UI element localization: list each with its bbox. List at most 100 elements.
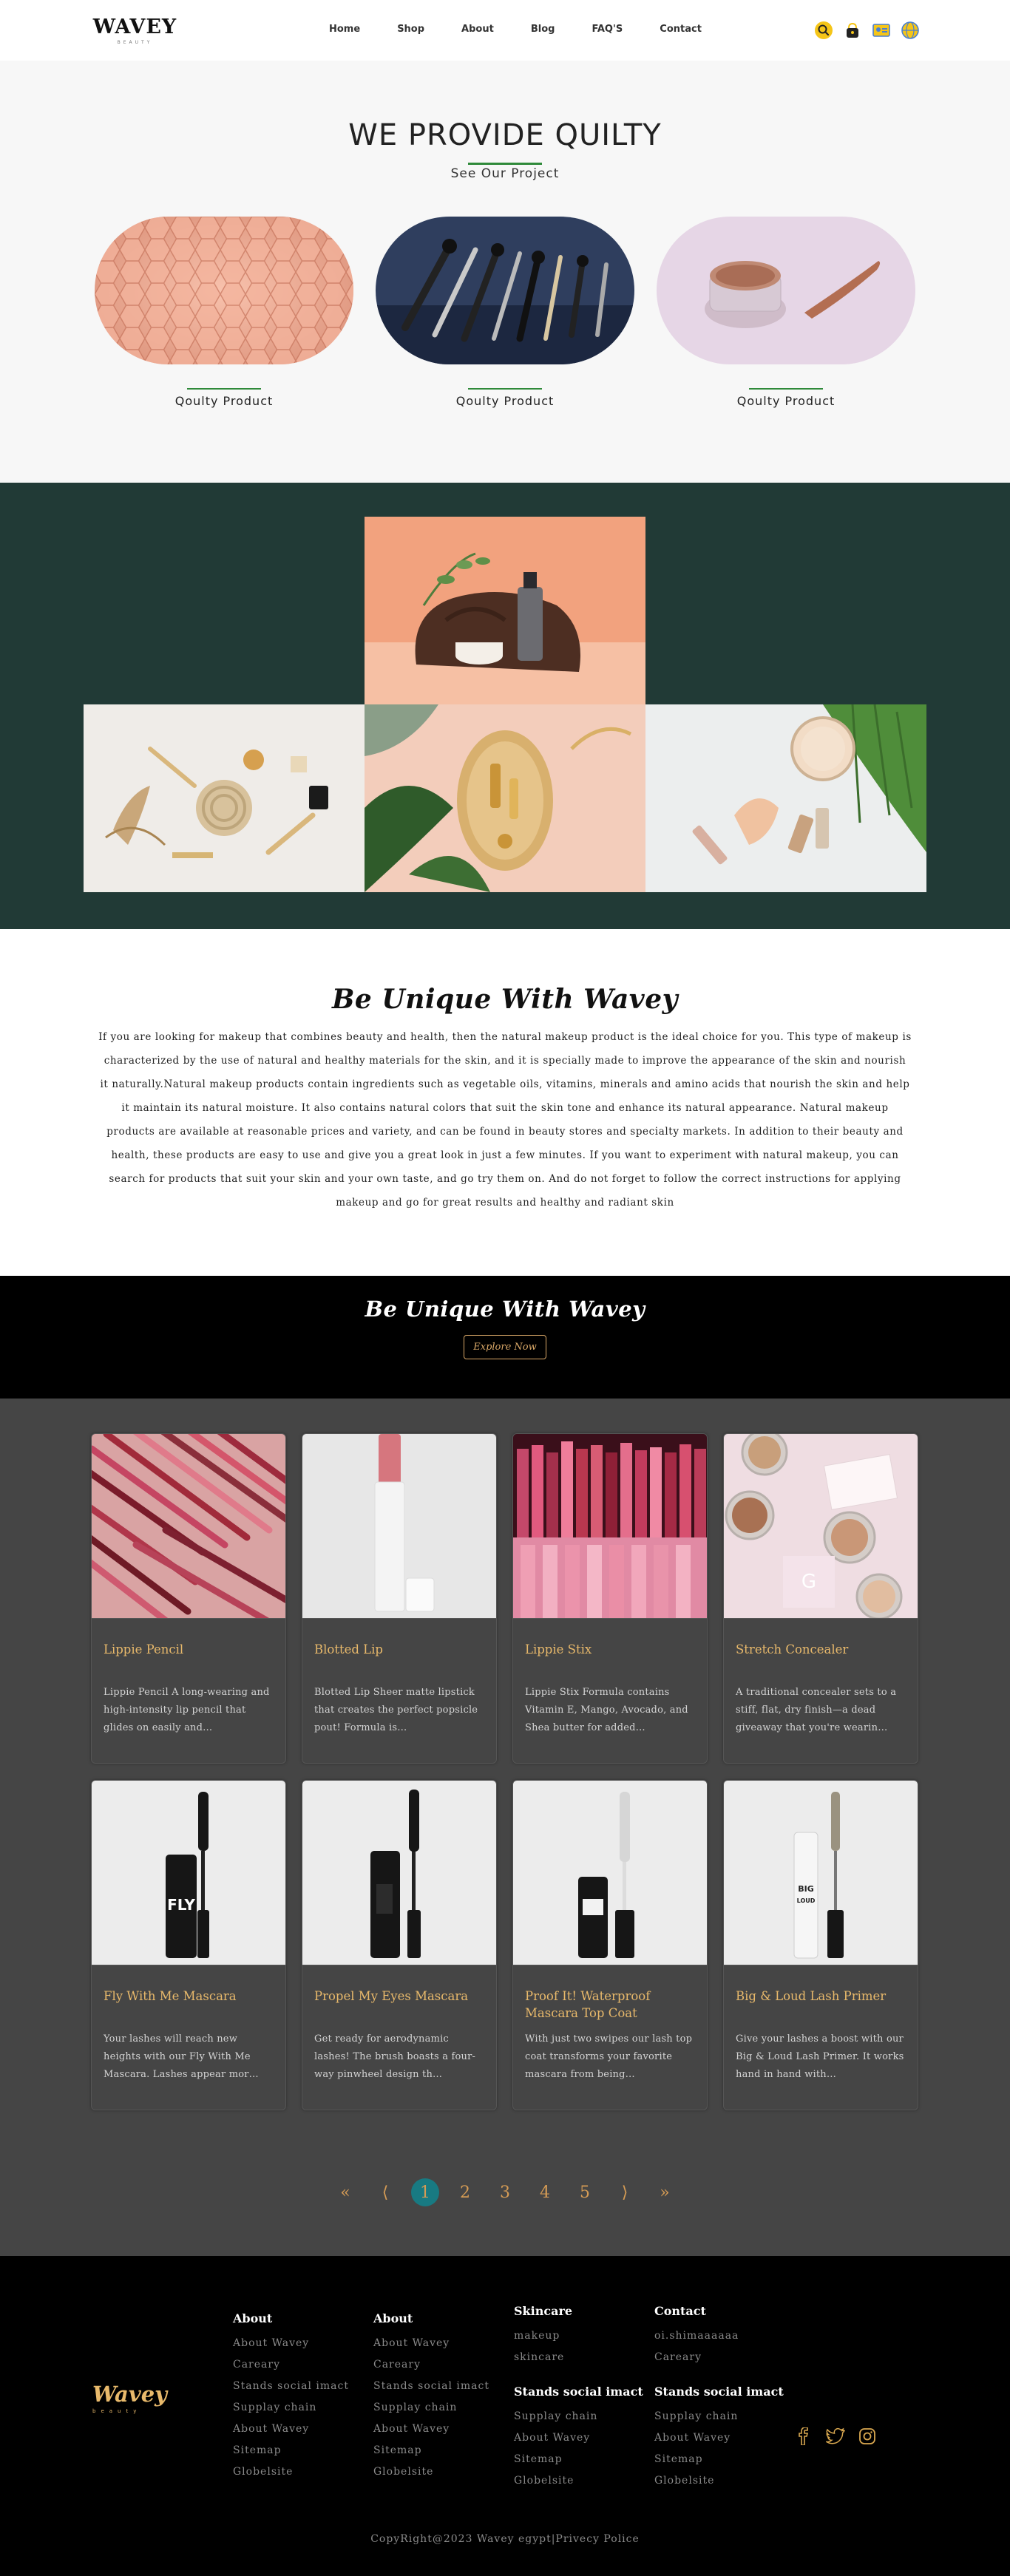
footer-link[interactable]: Careary (373, 2354, 489, 2376)
quality-card[interactable]: Qoulty Product (657, 217, 915, 408)
instagram-icon[interactable] (858, 2427, 876, 2448)
concealer-pots-image: G (724, 1434, 918, 1619)
search-icon[interactable] (814, 21, 833, 40)
lash-primer-image: BIG LOUD (724, 1781, 918, 1965)
footer-link[interactable]: Sitemap (233, 2440, 349, 2461)
cream-jar-image (657, 217, 915, 364)
quality-section: WE PROVIDE QUILTY See Our Project Qoulty… (0, 61, 1010, 483)
product-card[interactable]: Blotted Lip Blotted Lip Sheer matte lips… (302, 1433, 497, 1764)
language-icon[interactable] (901, 21, 920, 40)
product-description: Blotted Lip Sheer matte lipstick that cr… (314, 1687, 478, 1733)
makeup-brushes-image (376, 217, 634, 364)
footer-link[interactable]: Careary (233, 2354, 349, 2376)
quality-cards: Qoulty Product Qoulty Product Qoulty Pro… (0, 217, 1010, 408)
nav-home-link[interactable]: Home (329, 24, 360, 35)
footer-link[interactable]: Globelsite (654, 2470, 784, 2492)
footer-column-title: About (233, 2311, 273, 2325)
footer-logo-wordmark: Wavey (92, 2382, 167, 2407)
explore-title: Be Unique With Wavey (365, 1297, 645, 1322)
svg-text:FLY: FLY (167, 1896, 195, 1914)
bag-icon[interactable] (843, 21, 862, 40)
logo-subtitle: BEAUTY (117, 40, 153, 45)
nav-about-link[interactable]: About (461, 24, 494, 35)
footer-link[interactable]: Supplay chain (373, 2397, 489, 2419)
footer-logo[interactable]: Wavey beauty (92, 2382, 167, 2414)
svg-text:G: G (801, 1571, 816, 1593)
footer-link[interactable]: About Wavey (233, 2419, 349, 2440)
product-card[interactable]: Lippie Pencil Lippie Pencil A long-weari… (91, 1433, 286, 1764)
quality-card-label: Qoulty Product (736, 394, 836, 408)
facebook-icon[interactable] (795, 2427, 813, 2448)
footer-link[interactable]: Globelsite (373, 2461, 489, 2483)
footer-link[interactable]: Sitemap (654, 2449, 784, 2470)
logo[interactable]: WAVEY BEAUTY (92, 16, 177, 45)
cosmetics-flatlay-image (84, 704, 365, 892)
footer-link[interactable]: makeup (514, 2325, 643, 2347)
quality-card[interactable]: Qoulty Product (95, 217, 353, 408)
footer-column-title: About (373, 2311, 413, 2325)
lipstick-rows-image (513, 1434, 707, 1619)
footer-link[interactable]: About Wavey (233, 2333, 349, 2354)
page-button-3[interactable]: 3 (485, 2184, 525, 2202)
product-description: Give your lashes a boost with our Big & … (736, 2033, 904, 2080)
product-card[interactable]: Lippie Stix Lippie Stix Formula contains… (512, 1433, 708, 1764)
title-underline (468, 163, 542, 165)
footer-column-contact: Contact oi.shimaaaaaa Careary Stands soc… (654, 2304, 784, 2492)
footer-column-about-2: About About Wavey Careary Stands social … (373, 2311, 489, 2483)
card-underline (187, 388, 261, 390)
product-card[interactable]: Propel My Eyes Mascara Get ready for aer… (302, 1780, 497, 2110)
quality-card[interactable]: Qoulty Product (376, 217, 634, 408)
id-card-icon[interactable] (872, 21, 891, 40)
nav-shop-link[interactable]: Shop (397, 24, 424, 35)
product-title: Big & Loud Lash Primer (736, 1989, 887, 2003)
footer-link[interactable]: Careary (654, 2347, 784, 2368)
footer-link[interactable]: About Wavey (373, 2333, 489, 2354)
lipstick-tube-image (302, 1434, 496, 1619)
svg-text:BIG: BIG (798, 1884, 814, 1894)
footer-link[interactable]: About Wavey (373, 2419, 489, 2440)
pagination: « ⟨ 1 2 3 4 5 ⟩ » (0, 2178, 1010, 2206)
quality-card-label: Qoulty Product (174, 394, 274, 408)
card-underline (468, 388, 542, 390)
product-card[interactable]: BIG LOUD Big & Loud Lash Primer Give you… (723, 1780, 918, 2110)
page-button-1[interactable]: 1 (411, 2178, 439, 2206)
footer-link[interactable]: Sitemap (514, 2449, 643, 2470)
next-page-button[interactable]: ⟩ (605, 2184, 645, 2202)
footer-link[interactable]: Supplay chain (654, 2406, 784, 2427)
nav-faq-link[interactable]: FAQ'S (592, 24, 623, 35)
twitter-icon[interactable] (824, 2427, 846, 2448)
page-button-4[interactable]: 4 (525, 2184, 565, 2202)
footer-link[interactable]: Sitemap (373, 2440, 489, 2461)
prev-page-button[interactable]: ⟨ (365, 2184, 405, 2202)
product-description: Get ready for aerodynamic lashes! The br… (314, 2033, 476, 2080)
footer-link[interactable]: oi.shimaaaaaa (654, 2325, 784, 2347)
footer-link[interactable]: About Wavey (514, 2427, 643, 2449)
last-page-button[interactable]: » (645, 2184, 685, 2202)
page-button-5[interactable]: 5 (565, 2184, 605, 2202)
product-title: Lippie Pencil (104, 1642, 184, 1656)
first-page-button[interactable]: « (325, 2184, 365, 2202)
quality-subtitle: See Our Project (450, 166, 560, 181)
page-button-2[interactable]: 2 (445, 2184, 485, 2202)
footer-link[interactable]: skincare (514, 2347, 643, 2368)
gallery-section (0, 483, 1010, 929)
product-card[interactable]: Proof It! Waterproof Mascara Top Coat Wi… (512, 1780, 708, 2110)
footer-link[interactable]: Stands social imact (233, 2376, 349, 2397)
nav-blog-link[interactable]: Blog (531, 24, 555, 35)
footer: Wavey beauty About About Wavey Careary S… (0, 2256, 1010, 2576)
footer-link[interactable]: Supplay chain (233, 2397, 349, 2419)
footer-link[interactable]: Stands social imact (373, 2376, 489, 2397)
nav-contact-link[interactable]: Contact (660, 24, 702, 35)
footer-link[interactable]: Globelsite (233, 2461, 349, 2483)
explore-now-button[interactable]: Explore Now (464, 1335, 546, 1359)
product-card[interactable]: G Stretch Concealer A traditional concea… (723, 1433, 918, 1764)
footer-link[interactable]: About Wavey (654, 2427, 784, 2449)
footer-logo-subtitle: beauty (92, 2408, 142, 2414)
mascara-fly-image: FLY (92, 1781, 285, 1965)
footer-link[interactable]: Supplay chain (514, 2406, 643, 2427)
footer-link[interactable]: Globelsite (514, 2470, 643, 2492)
svg-text:LOUD: LOUD (797, 1897, 816, 1904)
honeycomb-image (95, 217, 353, 364)
copyright-text: CopyRight@2023 Wavey egypt|Privecy Polic… (370, 2533, 640, 2545)
product-card[interactable]: FLY Fly With Me Mascara Your lashes will… (91, 1780, 286, 2110)
